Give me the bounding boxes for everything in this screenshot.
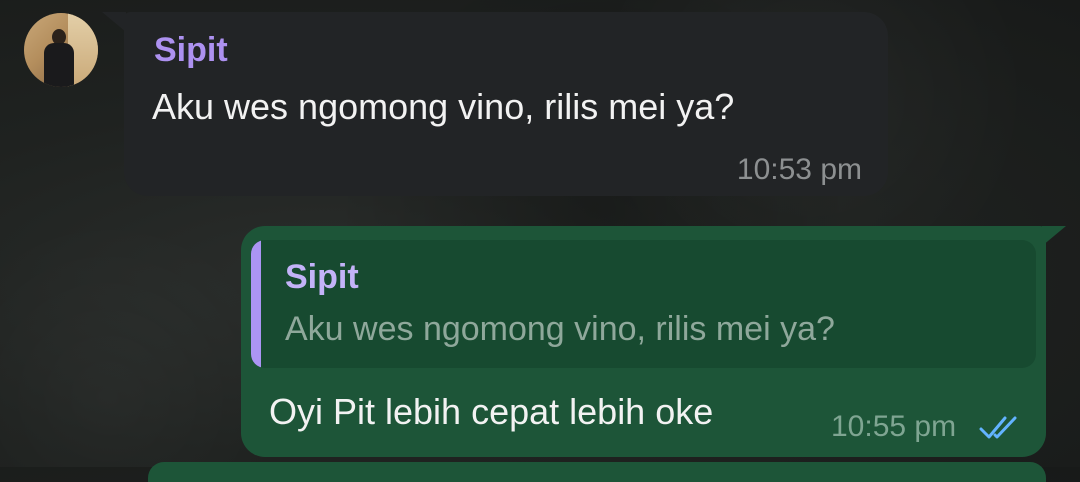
sender-avatar[interactable] xyxy=(24,13,98,87)
incoming-bubble-tail xyxy=(102,12,126,32)
avatar-person-body xyxy=(44,43,74,87)
next-message-bubble[interactable] xyxy=(148,462,1046,482)
incoming-message-time: 10:53 pm xyxy=(736,153,862,186)
outgoing-message-time: 10:55 pm xyxy=(831,410,957,443)
double-check-icon xyxy=(979,416,1017,439)
quote-message-text: Aku wes ngomong vino, rilis mei ya? xyxy=(285,310,835,348)
sender-name[interactable]: Sipit xyxy=(154,31,228,70)
reply-quote[interactable]: Sipit Aku wes ngomong vino, rilis mei ya… xyxy=(251,240,1036,368)
incoming-message-bubble[interactable]: Sipit Aku wes ngomong vino, rilis mei ya… xyxy=(102,12,888,196)
outgoing-bubble-tail xyxy=(1042,226,1066,246)
incoming-message-text: Aku wes ngomong vino, rilis mei ya? xyxy=(152,86,735,127)
outgoing-message-bubble[interactable]: Sipit Aku wes ngomong vino, rilis mei ya… xyxy=(241,226,1066,457)
quote-accent-bar xyxy=(251,240,261,368)
quote-sender-name: Sipit xyxy=(285,258,359,296)
outgoing-message-text: Oyi Pit lebih cepat lebih oke xyxy=(269,391,714,432)
